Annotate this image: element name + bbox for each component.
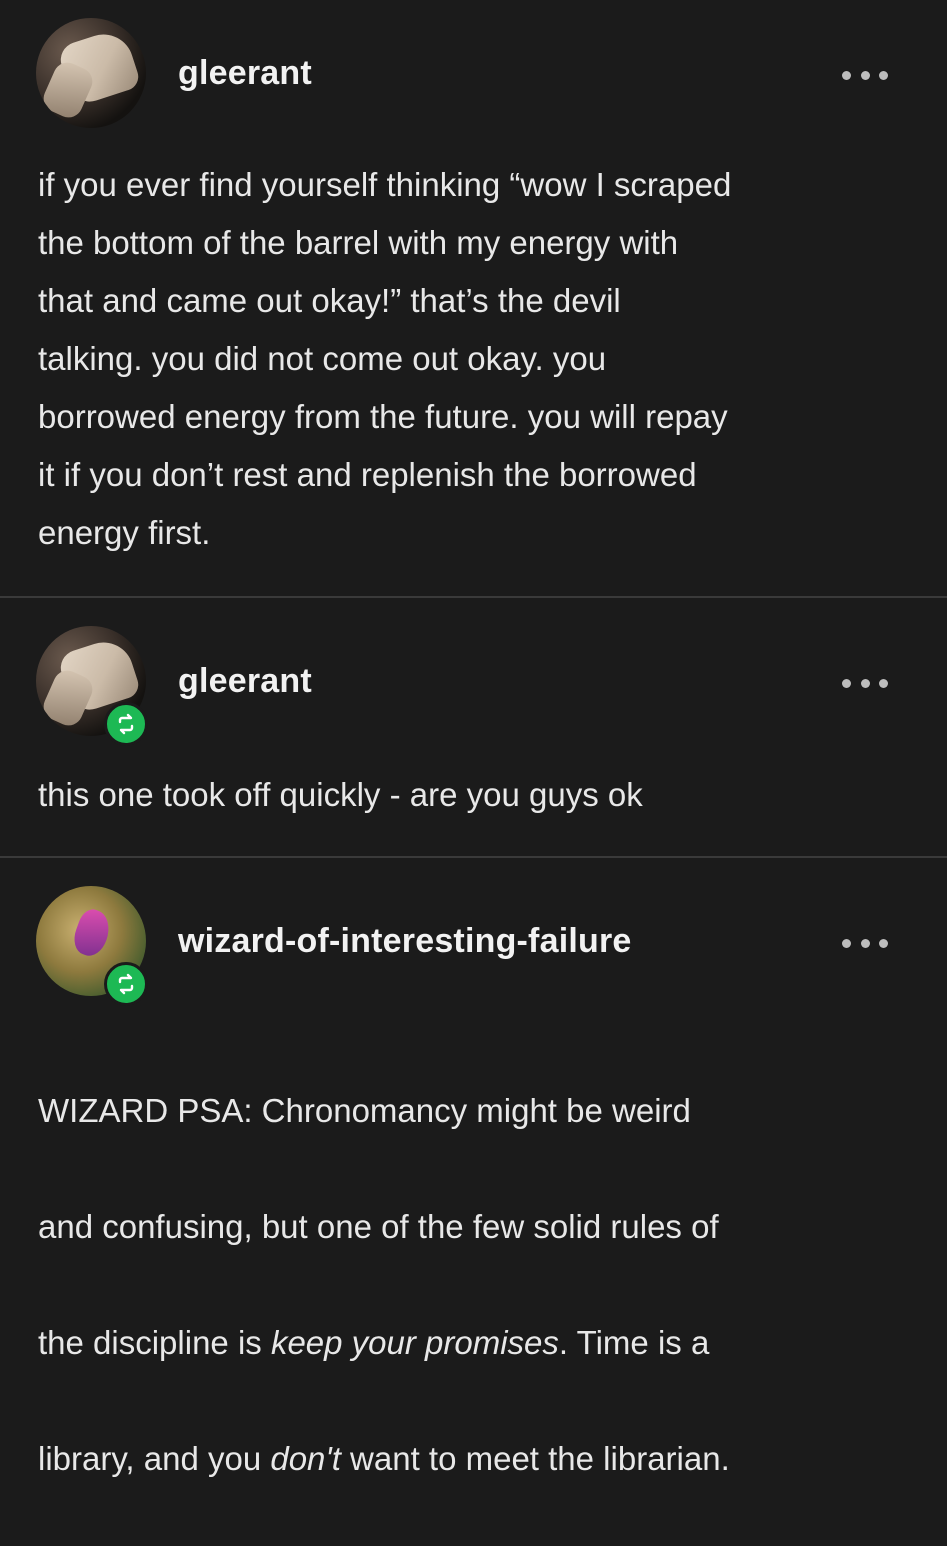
- post-header: gleerant: [0, 626, 947, 746]
- avatar[interactable]: [36, 18, 146, 128]
- text-run: library, and you: [38, 1440, 271, 1477]
- username[interactable]: gleerant: [178, 662, 312, 701]
- more-horizontal-icon[interactable]: [842, 676, 888, 690]
- post-2: gleerant this one took off quickly - are…: [0, 598, 947, 856]
- post-body: WIZARD PSA: Chronomancy might be weird a…: [38, 1024, 918, 1546]
- body-line: and confusing, but one of the few solid …: [38, 1208, 719, 1245]
- body-line: WIZARD PSA: Chronomancy might be weird: [38, 1092, 691, 1129]
- more-horizontal-icon[interactable]: [842, 936, 888, 950]
- text-run: . Time is a: [558, 1324, 710, 1361]
- emphasis-text: don't: [270, 1440, 341, 1477]
- post-body: if you ever find yourself thinking “wow …: [38, 166, 732, 551]
- reblog-icon: [104, 962, 148, 1006]
- post-3: wizard-of-interesting-failure WIZARD PSA…: [0, 858, 947, 1477]
- post-1: gleerant if you ever find yourself think…: [0, 0, 947, 597]
- more-horizontal-icon[interactable]: [842, 68, 888, 82]
- text-run: the discipline is: [38, 1324, 271, 1361]
- post-body: this one took off quickly - are you guys…: [38, 776, 643, 813]
- post-header: wizard-of-interesting-failure: [0, 886, 947, 1006]
- body-line: library, and you don't want to meet the …: [38, 1430, 918, 1488]
- username[interactable]: gleerant: [178, 54, 312, 93]
- emphasis-text: keep your promises: [270, 1324, 559, 1361]
- text-run: want to meet the librarian.: [340, 1440, 730, 1477]
- reblog-icon: [104, 702, 148, 746]
- body-line: the discipline is keep your promises. Ti…: [38, 1314, 918, 1372]
- username[interactable]: wizard-of-interesting-failure: [178, 922, 632, 961]
- post-header: gleerant: [0, 18, 947, 138]
